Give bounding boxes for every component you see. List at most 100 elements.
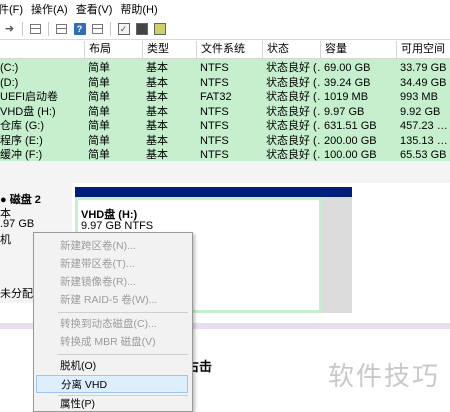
menu-separator bbox=[58, 354, 188, 355]
toolbar: ➜ ? ✓ bbox=[0, 18, 450, 40]
rescan-icon[interactable] bbox=[152, 21, 167, 36]
column-header-capacity[interactable]: 容量 bbox=[320, 41, 396, 58]
partition-detail: 9.97 GB NTFS bbox=[81, 220, 154, 232]
cell-capacity: 200.00 GB bbox=[324, 134, 377, 147]
menu-item-offline[interactable]: 脱机(O) bbox=[36, 357, 188, 375]
cell-free-space: 135.13 … bbox=[400, 134, 448, 147]
watermark: 软件技巧 bbox=[327, 362, 440, 392]
cell-filesystem: FAT32 bbox=[200, 91, 232, 103]
disk-state: 机 bbox=[0, 234, 11, 246]
cell-free-space: 457.23 … bbox=[400, 120, 448, 132]
cell-capacity: 39.24 GB bbox=[324, 76, 371, 89]
cell-status: 状态良好 (… bbox=[266, 149, 320, 161]
cell-type: 基本 bbox=[146, 91, 168, 103]
cell-free-space: 34.49 GB bbox=[400, 76, 447, 89]
menu-item-properties[interactable]: 属性(P) bbox=[36, 397, 188, 411]
cell-status: 状态良好 (… bbox=[266, 134, 320, 147]
cell-filesystem: NTFS bbox=[200, 149, 229, 161]
cell-free-space: 993 MB bbox=[400, 91, 438, 103]
menu-item-detach-vhd[interactable]: 分离 VHD bbox=[36, 375, 188, 393]
cell-volume: (C:) bbox=[0, 62, 19, 74]
cell-capacity: 1019 MB bbox=[324, 91, 369, 103]
partition-header-bar bbox=[75, 187, 352, 197]
menu-item-new-mirrored[interactable]: 新建镜像卷(R)... bbox=[36, 273, 188, 291]
cell-capacity: 69.00 GB bbox=[324, 62, 371, 74]
cell-filesystem: NTFS bbox=[200, 120, 229, 132]
cell-volume: 仓库 (G:) bbox=[0, 120, 44, 132]
cell-status: 状态良好 (… bbox=[266, 62, 320, 74]
cell-type: 基本 bbox=[146, 105, 168, 118]
column-header-volume[interactable] bbox=[0, 41, 84, 58]
cell-type: 基本 bbox=[146, 120, 168, 132]
cell-volume: UEFI启动卷 bbox=[0, 91, 59, 103]
table-row[interactable]: 程序 (E:) 简单 基本 NTFS 状态良好 (… 200.00 GB 135.13 … bbox=[0, 134, 450, 148]
menu-action[interactable]: 操作(A) bbox=[29, 1, 74, 17]
check-icon[interactable]: ✓ bbox=[116, 21, 131, 36]
cell-volume: (D:) bbox=[0, 76, 19, 89]
unallocated-legend: 未分配 bbox=[0, 287, 34, 301]
menu-bar: 件(F) 操作(A) 查看(V) 帮助(H) bbox=[0, 0, 450, 18]
menu-item-convert-dynamic[interactable]: 转换到动态磁盘(C)... bbox=[36, 315, 188, 333]
cell-status: 状态良好 (… bbox=[266, 105, 320, 118]
volume-table: 布局 类型 文件系统 状态 容量 可用空间 (C:) 简单 基本 NTFS 状态良好 (… bbox=[0, 41, 450, 161]
help-icon[interactable]: ? bbox=[72, 21, 87, 36]
menu-separator bbox=[58, 312, 188, 313]
cell-capacity: 100.00 GB bbox=[324, 149, 377, 161]
toolbar-separator bbox=[110, 21, 111, 36]
disk-view-icon[interactable] bbox=[54, 21, 69, 36]
table-row[interactable]: UEFI启动卷 简单 基本 FAT32 状态良好 (… 1019 MB 993 MB bbox=[0, 90, 450, 104]
menu-item-convert-mbr[interactable]: 转换成 MBR 磁盘(V) bbox=[36, 333, 188, 351]
toolbar-separator bbox=[48, 21, 49, 36]
properties-icon[interactable] bbox=[90, 21, 105, 36]
partition-stripe bbox=[322, 197, 352, 313]
menu-item-new-spanned[interactable]: 新建跨区卷(N)... bbox=[36, 237, 188, 255]
cell-layout: 简单 bbox=[88, 134, 110, 147]
cell-status: 状态良好 (… bbox=[266, 91, 320, 103]
cell-layout: 简单 bbox=[88, 62, 110, 74]
cell-status: 状态良好 (… bbox=[266, 76, 320, 89]
cell-filesystem: NTFS bbox=[200, 105, 229, 118]
cell-filesystem: NTFS bbox=[200, 134, 229, 147]
column-header-type[interactable]: 类型 bbox=[142, 41, 196, 58]
table-row[interactable]: 缓冲 (F:) 简单 基本 NTFS 状态良好 (… 100.00 GB 65.53 GB bbox=[0, 148, 450, 162]
cell-free-space: 65.53 GB bbox=[400, 149, 447, 161]
table-row[interactable]: VHD盘 (H:) 简单 基本 NTFS 状态良好 (… 9.97 GB 9.92 GB bbox=[0, 105, 450, 119]
list-view-icon[interactable] bbox=[28, 21, 43, 36]
cell-type: 基本 bbox=[146, 149, 168, 161]
menu-separator bbox=[58, 395, 188, 396]
cell-filesystem: NTFS bbox=[200, 62, 229, 74]
cell-free-space: 33.79 GB bbox=[400, 62, 447, 74]
cell-layout: 简单 bbox=[88, 105, 110, 118]
table-header: 布局 类型 文件系统 状态 容量 可用空间 bbox=[0, 41, 450, 59]
menu-item-new-striped[interactable]: 新建带区卷(T)... bbox=[36, 255, 188, 273]
menu-view[interactable]: 查看(V) bbox=[74, 1, 119, 17]
folder-icon[interactable] bbox=[134, 21, 149, 36]
back-arrow-icon[interactable]: ➜ bbox=[2, 21, 17, 36]
cell-layout: 简单 bbox=[88, 120, 110, 132]
cell-volume: 缓冲 (F:) bbox=[0, 149, 43, 161]
cell-layout: 简单 bbox=[88, 91, 110, 103]
cell-filesystem: NTFS bbox=[200, 76, 229, 89]
cell-volume: 程序 (E:) bbox=[0, 134, 43, 147]
toolbar-separator bbox=[22, 21, 23, 36]
cell-volume: VHD盘 (H:) bbox=[0, 105, 56, 118]
cell-type: 基本 bbox=[146, 62, 168, 74]
table-row[interactable]: 仓库 (G:) 简单 基本 NTFS 状态良好 (… 631.51 GB 457.23 … bbox=[0, 119, 450, 133]
table-row[interactable]: (D:) 简单 基本 NTFS 状态良好 (… 39.24 GB 34.49 GB bbox=[0, 76, 450, 90]
table-empty-area bbox=[0, 161, 450, 184]
disk-name: 磁盘 2 bbox=[9, 194, 41, 206]
cell-layout: 简单 bbox=[88, 76, 110, 89]
column-header-free-space[interactable]: 可用空间 bbox=[396, 41, 450, 58]
cell-capacity: 631.51 GB bbox=[324, 120, 377, 132]
column-header-layout[interactable]: 布局 bbox=[84, 41, 142, 58]
menu-help[interactable]: 帮助(H) bbox=[118, 1, 163, 17]
context-menu: 新建跨区卷(N)... 新建带区卷(T)... 新建镜像卷(R)... 新建 R… bbox=[33, 232, 193, 412]
menu-file[interactable]: 件(F) bbox=[0, 1, 29, 17]
cell-layout: 简单 bbox=[88, 149, 110, 161]
disk-size: .97 GB bbox=[0, 218, 35, 230]
table-row[interactable]: (C:) 简单 基本 NTFS 状态良好 (… 69.00 GB 33.79 GB bbox=[0, 61, 450, 75]
column-header-status[interactable]: 状态 bbox=[262, 41, 320, 58]
menu-item-new-raid5[interactable]: 新建 RAID-5 卷(W)... bbox=[36, 291, 188, 309]
column-header-filesystem[interactable]: 文件系统 bbox=[196, 41, 262, 58]
cell-type: 基本 bbox=[146, 134, 168, 147]
